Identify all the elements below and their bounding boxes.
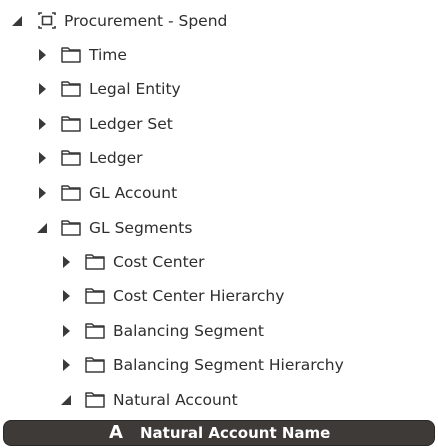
- tree-row-folder[interactable]: Ledger: [0, 143, 438, 173]
- tree-label: Natural Account: [113, 391, 238, 409]
- folder-icon: [84, 321, 106, 341]
- tree-row-folder[interactable]: Legal Entity: [0, 74, 438, 104]
- folder-icon: [84, 355, 106, 375]
- triangle-collapsed-icon[interactable]: [59, 288, 73, 304]
- attribute-text-icon: A: [109, 422, 123, 443]
- subject-area-tree: Procurement - Spend Time Legal Entity Le…: [0, 0, 438, 448]
- triangle-expanded-icon[interactable]: [35, 220, 49, 236]
- triangle-collapsed-icon[interactable]: [35, 47, 49, 63]
- tree-label: Cost Center: [113, 253, 205, 271]
- subject-area-icon: [36, 11, 58, 31]
- triangle-expanded-icon[interactable]: [59, 392, 73, 408]
- folder-icon: [84, 252, 106, 272]
- folder-icon: [60, 218, 82, 238]
- tree-label: GL Account: [89, 184, 178, 202]
- tree-label: Balancing Segment: [113, 322, 264, 340]
- folder-icon: [60, 183, 82, 203]
- tree-row-folder[interactable]: GL Segments: [0, 213, 438, 243]
- tree-label: Cost Center Hierarchy: [113, 287, 285, 305]
- folder-icon: [60, 114, 82, 134]
- triangle-collapsed-icon[interactable]: [35, 81, 49, 97]
- tree-row-folder[interactable]: Cost Center: [0, 247, 438, 277]
- tree-label: Balancing Segment Hierarchy: [113, 356, 344, 374]
- tree-row-folder[interactable]: GL Account: [0, 178, 438, 208]
- tree-row-attribute-selected[interactable]: A Natural Account Name: [4, 421, 434, 445]
- triangle-expanded-icon[interactable]: [10, 13, 24, 29]
- triangle-collapsed-icon[interactable]: [35, 150, 49, 166]
- tree-row-folder[interactable]: Natural Account: [0, 385, 438, 415]
- tree-label: GL Segments: [89, 219, 193, 237]
- triangle-collapsed-icon[interactable]: [59, 323, 73, 339]
- tree-label: Ledger: [89, 149, 143, 167]
- folder-icon: [84, 390, 106, 410]
- tree-row-folder[interactable]: Cost Center Hierarchy: [0, 281, 438, 311]
- tree-label: Procurement - Spend: [64, 12, 228, 30]
- tree-row-folder[interactable]: Ledger Set: [0, 109, 438, 139]
- tree-row-folder[interactable]: Time: [0, 40, 438, 70]
- tree-label: Ledger Set: [89, 115, 173, 133]
- folder-icon: [60, 45, 82, 65]
- folder-icon: [60, 79, 82, 99]
- tree-label: Natural Account Name: [140, 424, 331, 442]
- folder-icon: [84, 286, 106, 306]
- tree-label: Time: [89, 46, 127, 64]
- tree-row-root[interactable]: Procurement - Spend: [0, 6, 438, 36]
- tree-row-folder[interactable]: Balancing Segment Hierarchy: [0, 350, 438, 380]
- tree-label: Legal Entity: [89, 80, 181, 98]
- triangle-collapsed-icon[interactable]: [59, 254, 73, 270]
- triangle-collapsed-icon[interactable]: [35, 185, 49, 201]
- tree-row-folder[interactable]: Balancing Segment: [0, 316, 438, 346]
- triangle-collapsed-icon[interactable]: [35, 116, 49, 132]
- folder-icon: [60, 148, 82, 168]
- triangle-collapsed-icon[interactable]: [59, 357, 73, 373]
